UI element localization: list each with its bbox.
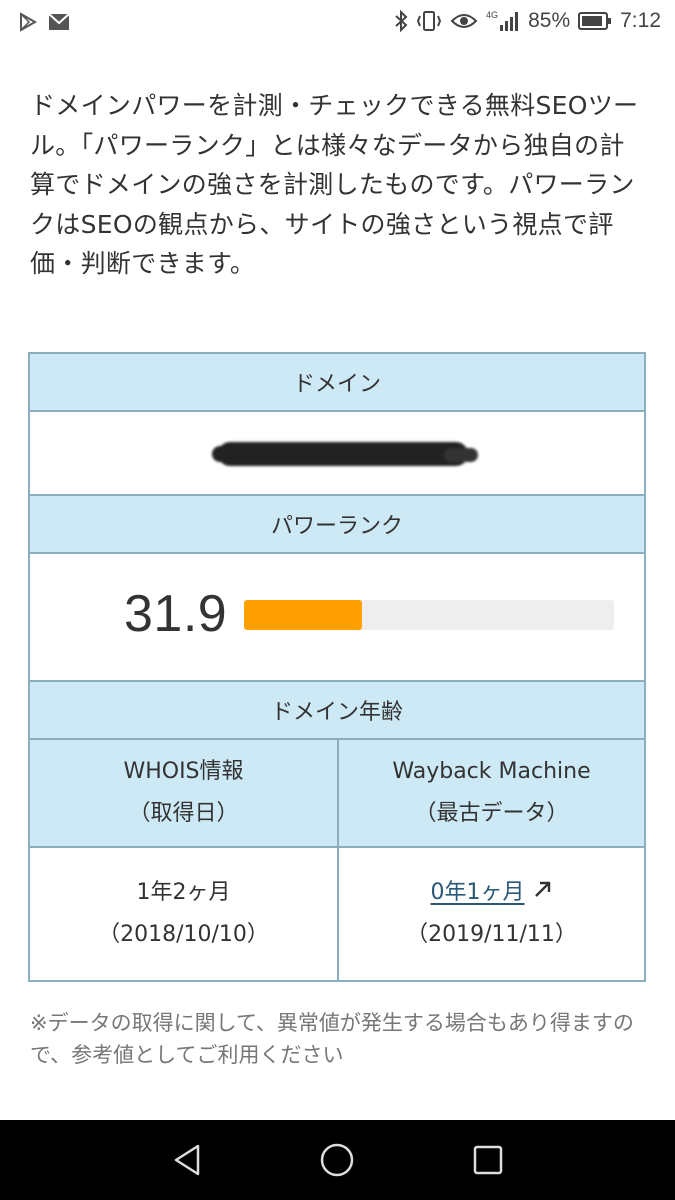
power-rank-value: 31.9 <box>124 585 228 643</box>
power-rank-header: パワーランク <box>30 496 644 554</box>
home-icon[interactable] <box>319 1142 355 1178</box>
age-value-row: 1年2ヶ月 （2018/10/10） 0年1ヶ月 （2019/11/11） <box>30 848 644 980</box>
wayback-header-cell: Wayback Machine （最古データ） <box>337 740 644 846</box>
whois-value-cell: 1年2ヶ月 （2018/10/10） <box>30 848 337 980</box>
signal-icon: 4G <box>486 9 520 33</box>
battery-percent: 85% <box>528 9 571 32</box>
gmail-icon <box>48 13 70 31</box>
play-store-icon <box>18 12 38 32</box>
external-link-icon[interactable] <box>533 872 553 914</box>
recents-icon[interactable] <box>470 1142 506 1178</box>
power-rank-bar <box>244 600 614 630</box>
navigation-bar <box>0 1120 675 1200</box>
wayback-date: （2019/11/11） <box>406 922 577 947</box>
vibrate-icon <box>416 10 442 32</box>
tool-description: ドメインパワーを計測・チェックできる無料SEOツール。「パワーランク」とは様々な… <box>30 91 639 278</box>
clock: 7:12 <box>620 9 661 32</box>
wayback-title: Wayback Machine <box>392 759 591 784</box>
data-disclaimer: ※データの取得に関して、異常値が発生する場合もあり得ますので、参考値としてご利用… <box>30 1011 634 1067</box>
svg-text:4G: 4G <box>486 10 498 20</box>
domain-value-row <box>30 412 644 496</box>
wayback-value-cell: 0年1ヶ月 （2019/11/11） <box>337 848 644 980</box>
power-rank-row: 31.9 <box>30 554 644 682</box>
age-source-header-row: WHOIS情報 （取得日） Wayback Machine （最古データ） <box>30 740 644 848</box>
back-icon[interactable] <box>170 1142 206 1178</box>
whois-subtitle: （取得日） <box>128 801 239 826</box>
whois-title: WHOIS情報 <box>123 759 244 784</box>
whois-date: （2018/10/10） <box>98 922 269 947</box>
whois-header-cell: WHOIS情報 （取得日） <box>30 740 337 846</box>
eye-icon <box>450 11 478 31</box>
power-rank-bar-fill <box>244 600 363 630</box>
status-bar: 4G 85% 7:12 <box>0 0 675 46</box>
whois-age: 1年2ヶ月 <box>136 880 231 905</box>
wayback-age-link[interactable]: 0年1ヶ月 <box>431 880 525 905</box>
domain-age-header: ドメイン年齢 <box>30 682 644 740</box>
wayback-age-link-wrap[interactable]: 0年1ヶ月 <box>431 872 553 914</box>
redacted-domain <box>212 442 478 466</box>
domain-info-table: ドメイン パワーランク 31.9 ドメイン年齢 WHOIS情報 （取得日） Wa… <box>28 352 646 982</box>
battery-icon <box>578 12 612 30</box>
wayback-subtitle: （最古データ） <box>414 801 569 826</box>
bluetooth-icon <box>394 10 408 32</box>
domain-header: ドメイン <box>30 354 644 412</box>
